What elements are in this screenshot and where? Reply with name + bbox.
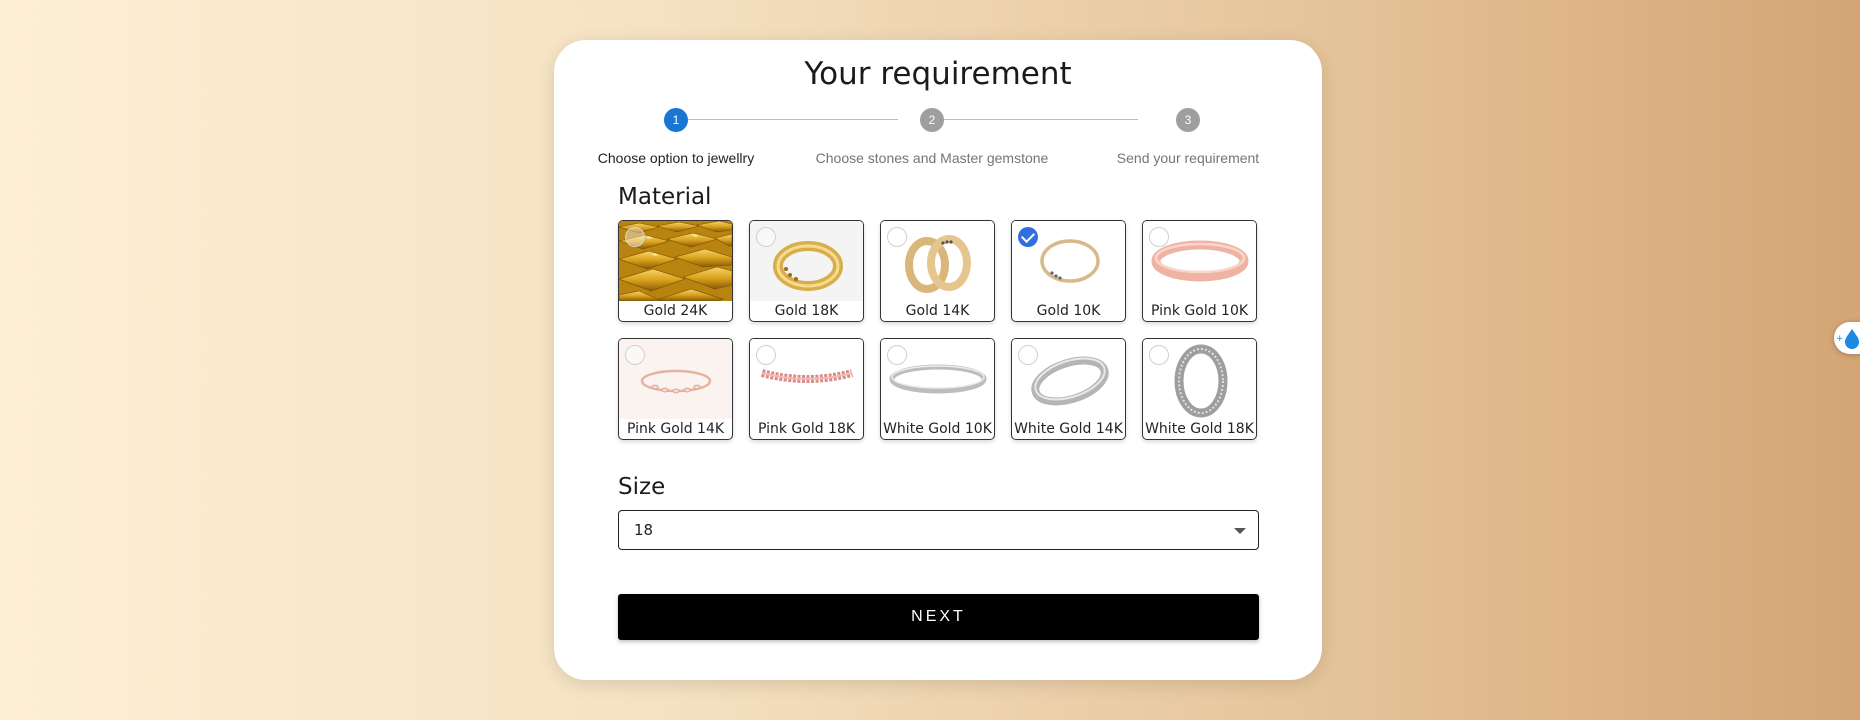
material-radio[interactable] (887, 227, 907, 247)
material-option-label: White Gold 14K (1014, 421, 1123, 437)
material-option-gold-14k[interactable]: Gold 14K (880, 220, 995, 322)
next-button[interactable]: NEXT (618, 594, 1259, 640)
material-option-label: Gold 24K (643, 303, 708, 319)
material-option-white-gold-10k[interactable]: White Gold 10K (880, 338, 995, 440)
step-2-indicator[interactable]: 2 (920, 108, 944, 132)
chevron-down-icon (1234, 528, 1246, 534)
material-radio[interactable] (625, 345, 645, 365)
material-radio[interactable] (1018, 227, 1038, 247)
step-connector (928, 119, 1138, 120)
material-radio[interactable] (887, 345, 907, 365)
step-1-label: Choose option to jewellry (597, 150, 755, 166)
size-select-value: 18 (634, 521, 654, 539)
material-option-label: Pink Gold 18K (757, 421, 856, 437)
svg-text:+: + (1836, 334, 1844, 344)
size-heading: Size (618, 474, 666, 500)
material-option-label: Gold 18K (774, 303, 839, 319)
material-option-label: Pink Gold 14K (626, 421, 725, 437)
step-connector (688, 119, 898, 120)
material-option-gold-18k[interactable]: Gold 18K (749, 220, 864, 322)
material-option-white-gold-18k[interactable]: White Gold 18K (1142, 338, 1257, 440)
step-3-label: Send your requirement (1116, 150, 1260, 166)
material-option-pink-gold-18k[interactable]: Pink Gold 18K (749, 338, 864, 440)
material-option-label: Gold 10K (1036, 303, 1101, 319)
material-radio[interactable] (1149, 227, 1169, 247)
material-option-label: Pink Gold 10K (1150, 303, 1249, 319)
step-1-indicator[interactable]: 1 (664, 108, 688, 132)
page-title: Your requirement (804, 56, 1072, 92)
step-3-indicator[interactable]: 3 (1176, 108, 1200, 132)
material-radio[interactable] (1018, 345, 1038, 365)
floating-side-widget[interactable]: + (1834, 322, 1860, 354)
material-option-gold-10k[interactable]: Gold 10K (1011, 220, 1126, 322)
material-radio[interactable] (756, 227, 776, 247)
material-radio[interactable] (756, 345, 776, 365)
material-option-label: White Gold 18K (1145, 421, 1254, 437)
material-radio[interactable] (1149, 345, 1169, 365)
material-option-label: White Gold 10K (883, 421, 992, 437)
requirement-card: Your requirement 1 2 3 Choose option to … (554, 40, 1322, 680)
material-option-gold-24k[interactable]: Gold 24K (618, 220, 733, 322)
material-heading: Material (618, 184, 712, 210)
material-radio[interactable] (625, 227, 645, 247)
material-option-white-gold-14k[interactable]: White Gold 14K (1011, 338, 1126, 440)
material-option-label: Gold 14K (905, 303, 970, 319)
step-2-label: Choose stones and Master gemstone (815, 150, 1049, 166)
size-select[interactable]: 18 (618, 510, 1259, 550)
material-option-pink-gold-14k[interactable]: Pink Gold 14K (618, 338, 733, 440)
water-drop-icon: + (1836, 329, 1859, 349)
material-option-pink-gold-10k[interactable]: Pink Gold 10K (1142, 220, 1257, 322)
